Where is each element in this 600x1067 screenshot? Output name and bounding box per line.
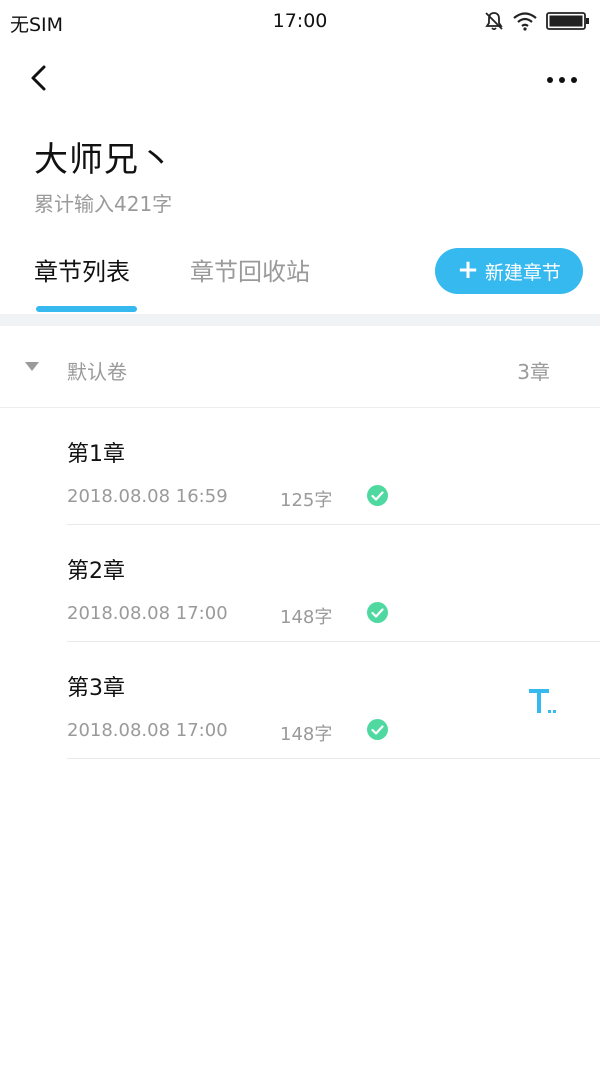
nav-bar [0,50,600,108]
chapter-item[interactable]: 第3章 2018.08.08 17:00 148字 [67,642,600,759]
status-bar: 无SIM 17:00 [0,0,600,44]
tab-chapter-list[interactable]: 章节列表 [34,252,130,287]
chapter-title: 第1章 [67,442,125,467]
chapter-word-count: 148字 [280,724,333,745]
battery-icon [546,12,589,30]
volume-row[interactable]: 默认卷 3章 [0,326,600,408]
new-chapter-button[interactable]: + 新建章节 [435,248,583,294]
caret-down-icon[interactable] [25,362,39,371]
chapter-item[interactable]: 第1章 2018.08.08 16:59 125字 [67,408,600,525]
chapter-date: 2018.08.08 17:00 [67,603,228,624]
new-chapter-label: 新建章节 [484,261,561,284]
more-dots-icon[interactable] [542,60,582,96]
word-count-label: 累计输入421字 [34,192,173,216]
tab-bar: 章节列表 章节回收站 + 新建章节 [0,248,600,314]
wifi-icon [513,12,537,31]
chapter-word-count: 125字 [280,490,333,511]
chapter-item[interactable]: 第2章 2018.08.08 17:00 148字 [67,525,600,642]
plus-icon: + [457,255,479,285]
chapter-word-count: 148字 [280,607,333,628]
chapter-list: 第1章 2018.08.08 16:59 125字 第2章 2018.08.08… [0,408,600,759]
section-divider [0,314,600,326]
check-circle-icon [367,719,388,740]
volume-name: 默认卷 [67,360,127,384]
status-icons [484,10,590,32]
back-icon[interactable] [22,60,58,96]
text-format-icon[interactable] [527,686,559,718]
chapter-date: 2018.08.08 16:59 [67,486,228,507]
check-circle-icon [367,485,388,506]
tab-active-indicator [36,306,137,312]
chapter-date: 2018.08.08 17:00 [67,720,228,741]
bell-muted-icon [485,12,503,31]
volume-chapter-count: 3章 [517,360,550,384]
check-circle-icon [367,602,388,623]
chapter-title: 第2章 [67,559,125,584]
tab-chapter-recycle-bin[interactable]: 章节回收站 [190,252,310,287]
chapter-title: 第3章 [67,676,125,701]
book-title: 大师兄丶 [34,140,174,180]
